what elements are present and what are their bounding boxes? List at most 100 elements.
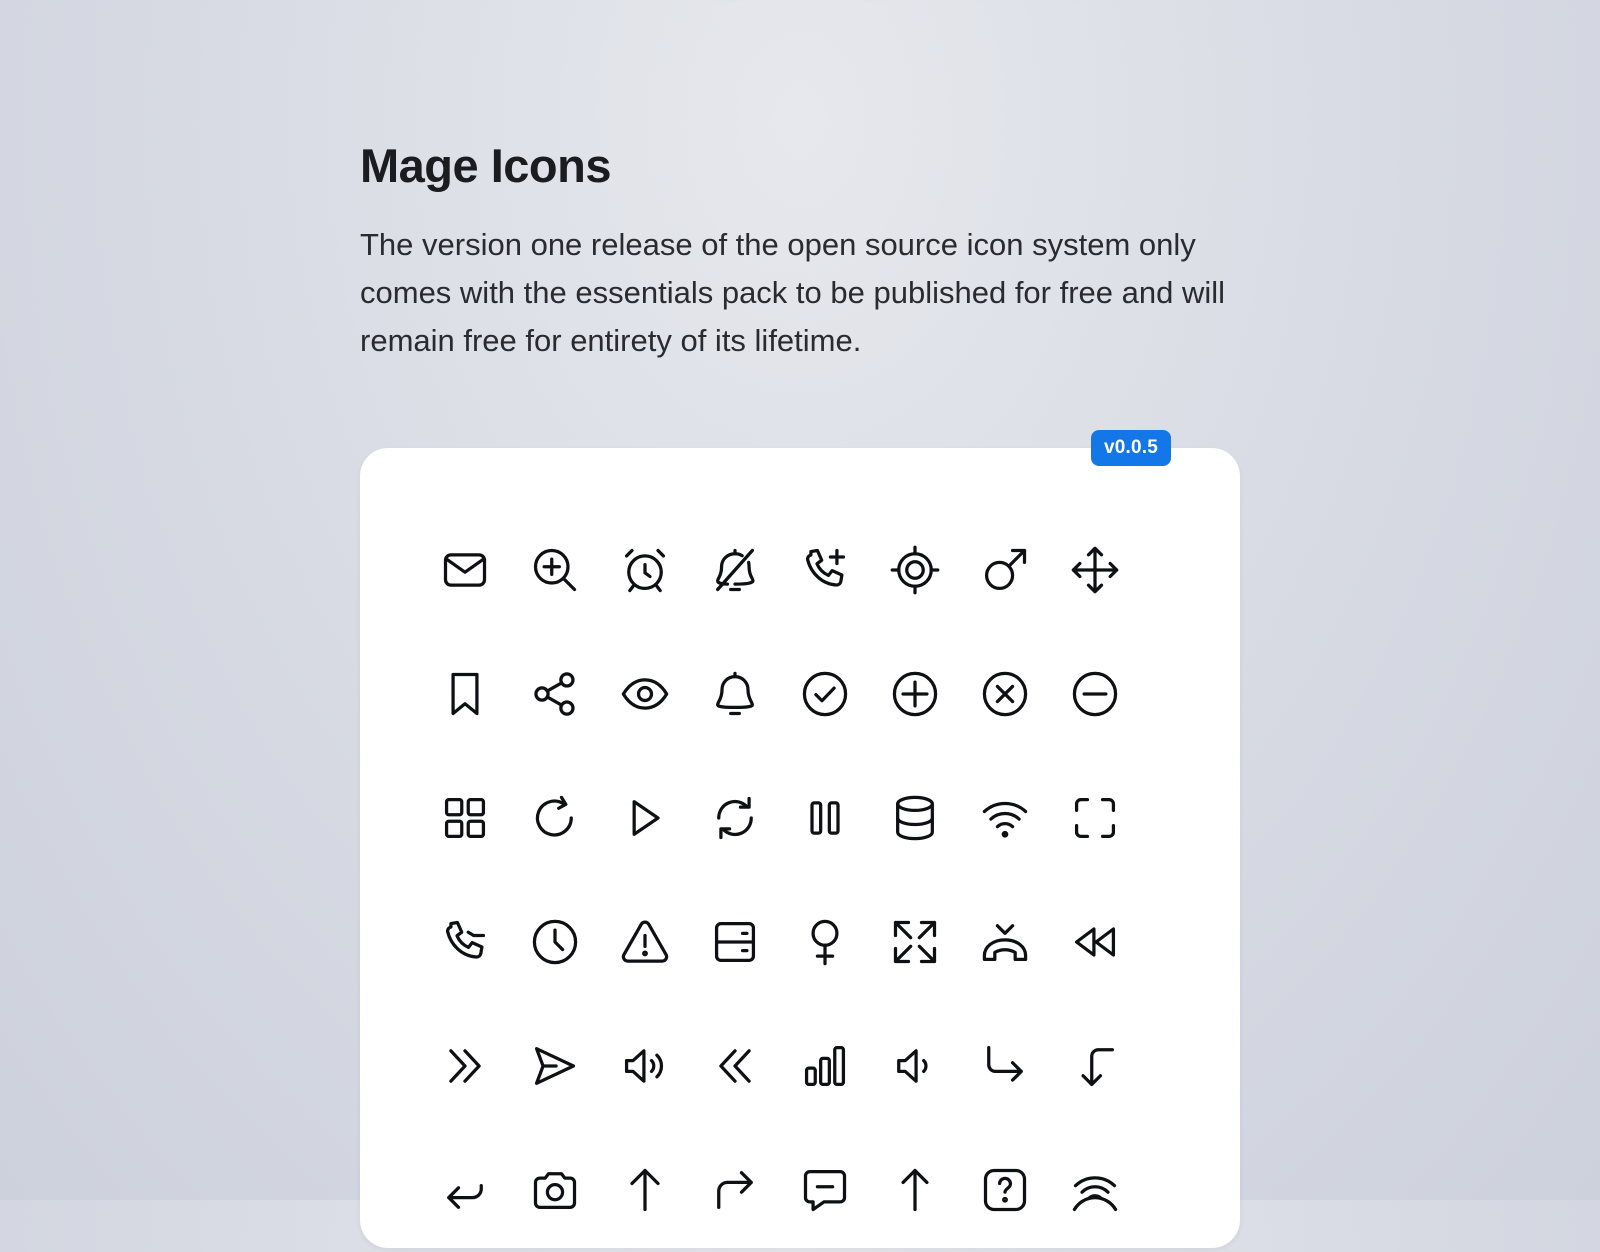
arrow-up-long-icon-glyph (901, 1168, 929, 1212)
page-description: The version one release of the open sour… (360, 227, 1226, 358)
server-icon-glyph (714, 921, 756, 963)
redo-icon[interactable] (510, 756, 600, 880)
share-icon-glyph (534, 672, 575, 716)
message-minus-icon[interactable] (780, 1128, 870, 1252)
camera-icon-glyph (533, 1172, 577, 1209)
share-icon[interactable] (510, 632, 600, 756)
pause-icon[interactable] (780, 756, 870, 880)
warning-triangle-icon-glyph (621, 920, 669, 963)
volume-down-icon[interactable] (870, 1004, 960, 1128)
arrow-turn-right-icon[interactable] (960, 1004, 1050, 1128)
version-badge: v0.0.5 (1091, 430, 1171, 466)
send-icon[interactable] (510, 1004, 600, 1128)
icon-showcase-card (360, 448, 1240, 1248)
check-circle-icon[interactable] (780, 632, 870, 756)
phone-add-icon-glyph (805, 548, 846, 587)
bookmark-icon-glyph (451, 672, 479, 716)
move-icon[interactable] (1050, 508, 1140, 632)
fullscreen-icon[interactable] (1050, 756, 1140, 880)
volume-up-icon[interactable] (600, 1004, 690, 1128)
bar-chart-icon[interactable] (780, 1004, 870, 1128)
dashboard-grid-icon-glyph (444, 797, 486, 839)
email-icon-glyph (443, 553, 487, 587)
arrow-turn-down-icon[interactable] (1050, 1004, 1140, 1128)
camera-icon[interactable] (510, 1128, 600, 1252)
male-icon-glyph (984, 548, 1027, 591)
refresh-icon[interactable] (690, 756, 780, 880)
rewind-icon[interactable] (1050, 880, 1140, 1004)
bell-off-icon[interactable] (690, 508, 780, 632)
database-icon-glyph (896, 795, 934, 841)
close-circle-icon-glyph (982, 671, 1028, 717)
bar-chart-icon-glyph (804, 1045, 846, 1087)
arrow-up-long-icon[interactable] (870, 1128, 960, 1252)
phone-hangup-icon[interactable] (960, 880, 1050, 1004)
alarm-clock-icon-glyph (624, 548, 666, 593)
chevron-double-right-icon[interactable] (420, 1004, 510, 1128)
zoom-in-icon-glyph (533, 548, 577, 592)
female-icon[interactable] (780, 880, 870, 1004)
wifi-icon-glyph (982, 801, 1028, 838)
wifi-icon[interactable] (960, 756, 1050, 880)
arrow-up-icon-glyph (630, 1168, 660, 1212)
server-icon[interactable] (690, 880, 780, 1004)
alarm-clock-icon[interactable] (600, 508, 690, 632)
arrow-turn-down-icon-glyph (1081, 1048, 1114, 1087)
zoom-in-icon[interactable] (510, 508, 600, 632)
volume-down-icon-glyph (897, 1049, 928, 1083)
signal-stream-icon-glyph (1072, 1176, 1118, 1212)
clock-icon[interactable] (510, 880, 600, 1004)
check-circle-icon-glyph (802, 671, 848, 717)
refresh-icon-glyph (717, 796, 753, 840)
female-icon-glyph (811, 919, 839, 966)
reply-icon-glyph (447, 1184, 483, 1209)
pause-icon-glyph (810, 801, 840, 835)
male-icon[interactable] (960, 508, 1050, 632)
reply-icon[interactable] (420, 1128, 510, 1252)
minus-circle-icon-glyph (1072, 671, 1118, 717)
close-circle-icon[interactable] (960, 632, 1050, 756)
arrow-turn-right-icon-glyph (987, 1045, 1023, 1082)
message-minus-icon-glyph (803, 1169, 847, 1212)
clock-icon-glyph (532, 919, 578, 965)
chevron-double-left-icon[interactable] (690, 1004, 780, 1128)
bell-icon-glyph (716, 671, 754, 716)
chevron-double-left-icon-glyph (719, 1049, 751, 1083)
forward-icon[interactable] (690, 1128, 780, 1252)
rewind-icon-glyph (1074, 927, 1116, 957)
bell-off-icon-glyph (716, 548, 755, 592)
move-icon-glyph (1071, 546, 1119, 594)
volume-up-icon-glyph (624, 1049, 664, 1083)
help-square-icon[interactable] (960, 1128, 1050, 1252)
target-icon[interactable] (870, 508, 960, 632)
bookmark-icon[interactable] (420, 632, 510, 756)
plus-circle-icon-glyph (892, 671, 938, 717)
database-icon[interactable] (870, 756, 960, 880)
bell-icon[interactable] (690, 632, 780, 756)
eye-icon[interactable] (600, 632, 690, 756)
play-icon-glyph (632, 800, 660, 836)
maximize-icon[interactable] (870, 880, 960, 1004)
chevron-double-right-icon-glyph (449, 1049, 481, 1083)
dashboard-grid-icon[interactable] (420, 756, 510, 880)
target-icon-glyph (890, 545, 940, 595)
email-icon[interactable] (420, 508, 510, 632)
play-icon[interactable] (600, 756, 690, 880)
phone-incoming-icon[interactable] (420, 880, 510, 1004)
minus-circle-icon[interactable] (1050, 632, 1140, 756)
eye-icon-glyph (621, 678, 669, 710)
arrow-up-icon[interactable] (600, 1128, 690, 1252)
icon-grid (420, 508, 1140, 1252)
help-square-icon-glyph (983, 1168, 1027, 1212)
phone-hangup-icon-glyph (982, 924, 1028, 961)
signal-stream-icon[interactable] (1050, 1128, 1140, 1252)
maximize-icon-glyph (893, 920, 937, 964)
header: Mage Icons The version one release of th… (360, 135, 1260, 365)
warning-triangle-icon[interactable] (600, 880, 690, 1004)
redo-icon-glyph (535, 795, 573, 837)
page-title: Mage Icons (360, 139, 611, 192)
phone-add-icon[interactable] (780, 508, 870, 632)
phone-incoming-icon-glyph (445, 920, 486, 959)
fullscreen-icon-glyph (1074, 797, 1116, 839)
plus-circle-icon[interactable] (870, 632, 960, 756)
